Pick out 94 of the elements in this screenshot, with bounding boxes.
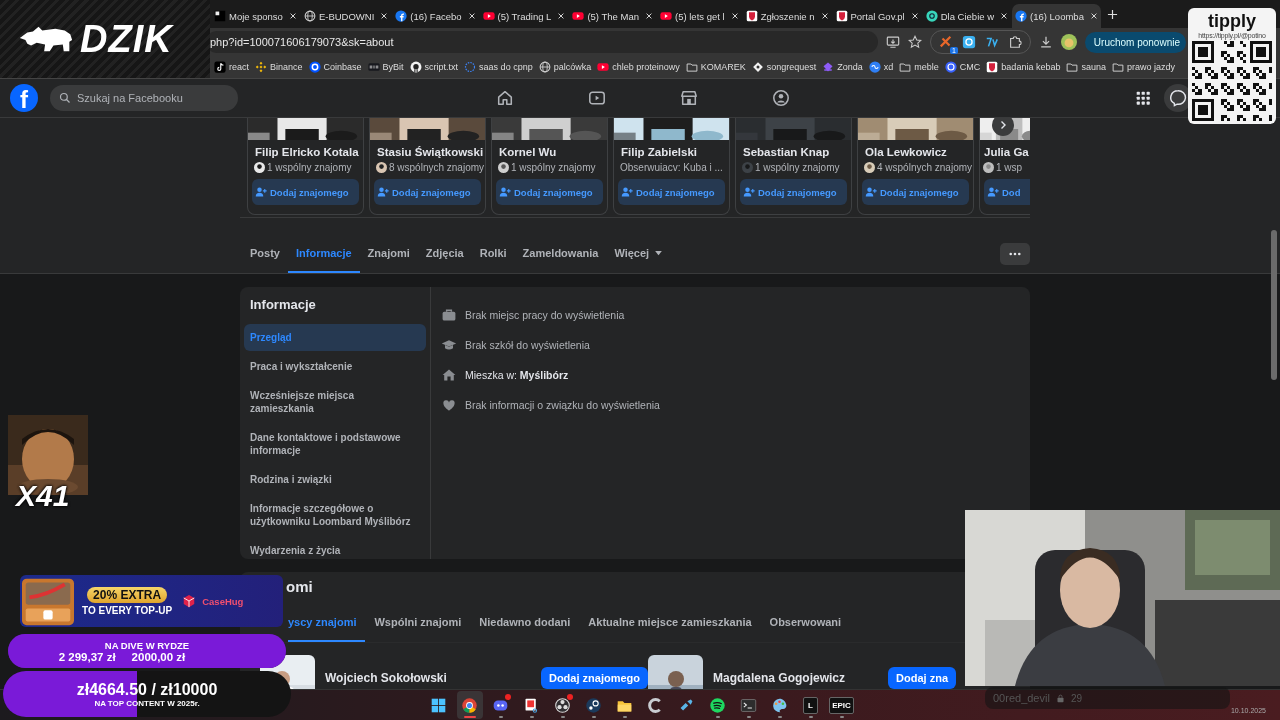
friends-tab[interactable]: Aktualne miejsce zamieszkania bbox=[579, 606, 761, 642]
overview-text: Mieszka w: Myślibórz bbox=[465, 369, 569, 381]
person-name[interactable]: Ola Lewkowicz bbox=[858, 146, 973, 158]
goal-title: NA DIVĘ W RYDZE bbox=[104, 639, 190, 651]
bookmark[interactable]: script.txt bbox=[409, 61, 459, 73]
person-name[interactable]: Stasiu Świątkowski bbox=[370, 146, 485, 158]
logo-text: DZIK bbox=[80, 17, 173, 61]
brand-name: tipply bbox=[1208, 10, 1256, 32]
about-menu-item[interactable]: Wcześniejsze miejsca zamieszkania bbox=[244, 382, 426, 422]
chat-username: 00red_devil bbox=[993, 692, 1050, 704]
add-friend-button[interactable]: Dodaj zna bbox=[888, 667, 956, 689]
add-friend-button[interactable]: Dodaj znajomego bbox=[496, 179, 603, 205]
mutual-friends-text: 1 wsp bbox=[996, 162, 1023, 173]
bookmark[interactable]: saas do cpnp bbox=[464, 61, 533, 73]
mutual-friends-text: 4 wspólnych znajomy bbox=[877, 162, 973, 173]
overview-text: Brak informacji o związku do wyświetlenia bbox=[465, 399, 660, 411]
browser-tab[interactable]: (5) Trading L bbox=[479, 4, 569, 28]
browser-tab[interactable]: Dla Ciebie w bbox=[922, 4, 1012, 28]
mutual-friends-text: Obserwuiacv: Kuba i ... bbox=[620, 162, 723, 173]
brand-name: CaseHug bbox=[202, 595, 244, 607]
profile-tab[interactable]: Informacje bbox=[287, 235, 360, 273]
restart-button[interactable]: Uruchom ponownie bbox=[1084, 31, 1186, 53]
add-friend-button[interactable]: Dodaj znajomego bbox=[618, 179, 725, 205]
browser-tab[interactable]: Moje sponso bbox=[211, 4, 300, 28]
section-title: Informacje bbox=[249, 296, 317, 314]
person-name[interactable]: Kornel Wu bbox=[492, 146, 607, 158]
app-icon: EPIC bbox=[829, 696, 854, 714]
about-menu-item[interactable]: Dane kontaktowe i podstawowe informacje bbox=[244, 424, 426, 464]
app-icon: L bbox=[803, 696, 818, 714]
browser-tab[interactable]: E-BUDOWNI bbox=[300, 4, 392, 28]
bookmark[interactable]: badania kebab bbox=[986, 61, 1061, 73]
bookmark[interactable]: palcówka bbox=[538, 61, 592, 73]
mutual-friends-text: 1 wspólny znajomy bbox=[755, 162, 840, 173]
friends-tab[interactable]: yscy znajomi bbox=[288, 606, 366, 642]
about-menu-item[interactable]: Informacje szczegółowe o użytkowniku Loombard Myślibórz bbox=[244, 495, 426, 535]
profile-tab[interactable]: Znajomi bbox=[359, 235, 418, 273]
overview-text: Brak szkół do wyświetlenia bbox=[465, 339, 590, 351]
person-name[interactable]: Julia Ga bbox=[980, 146, 1030, 158]
about-menu-item[interactable]: Praca i wykształcenie bbox=[244, 353, 426, 380]
bookmark[interactable]: ByBit bbox=[367, 61, 404, 73]
browser-tab[interactable]: Portal Gov.pl bbox=[832, 4, 922, 28]
about-menu-item[interactable]: Wydarzenia z życia bbox=[244, 537, 426, 564]
profile-tab[interactable]: Rolki bbox=[471, 235, 515, 273]
bookmark[interactable]: sauna bbox=[1066, 61, 1106, 73]
person-name[interactable]: Filip Zabielski bbox=[614, 146, 729, 158]
overview-text: Brak miejsc pracy do wyświetlenia bbox=[465, 309, 625, 321]
emote-counter: X41 bbox=[16, 479, 70, 513]
profile-tab[interactable]: Zdjęcia bbox=[417, 235, 472, 273]
bookmark[interactable]: Coinbase bbox=[308, 61, 362, 73]
url-text: php?id=100071606179073&sk=about bbox=[210, 36, 394, 48]
browser-tab[interactable]: (5) lets get l bbox=[657, 4, 742, 28]
bookmark[interactable]: songrequest bbox=[751, 61, 817, 73]
bookmark[interactable]: CMC bbox=[944, 61, 981, 73]
add-friend-button[interactable]: Dodaj znajomego bbox=[862, 179, 969, 205]
person-name[interactable]: Filip Elricko Kotala bbox=[248, 146, 363, 158]
bookmark[interactable]: xd bbox=[868, 61, 894, 73]
friends-tab[interactable]: Niedawno dodani bbox=[470, 606, 580, 642]
profile-tab[interactable]: Więcej bbox=[606, 235, 671, 273]
browser-tab[interactable]: (16) Loomba bbox=[1012, 4, 1101, 28]
profile-tab[interactable]: Posty bbox=[242, 235, 288, 273]
bookmark[interactable]: prawo jazdy bbox=[1111, 61, 1175, 73]
about-menu-item[interactable]: Rodzina i związki bbox=[244, 466, 426, 493]
bookmark[interactable]: chleb proteinowy bbox=[597, 61, 680, 73]
search-field[interactable]: Szukaj na Facebooku bbox=[50, 85, 238, 111]
add-friend-button[interactable]: Dodaj znajomego bbox=[740, 179, 847, 205]
section-title: omi bbox=[286, 578, 314, 597]
bookmark[interactable]: KOMAREK bbox=[685, 61, 746, 73]
browser-tab[interactable]: (5) The Man bbox=[569, 4, 656, 28]
target-amount: 2000,00 zł bbox=[131, 650, 186, 663]
promo-headline: 20% EXTRA bbox=[87, 586, 168, 603]
browser-tab[interactable]: Zgłoszenie n bbox=[742, 4, 832, 28]
browser-tab[interactable]: (16) Facebo bbox=[392, 4, 479, 28]
add-friend-button[interactable]: Dod bbox=[984, 179, 1030, 205]
friends-tab[interactable]: Obserwowani bbox=[760, 606, 851, 642]
bookmark[interactable]: Zonda bbox=[822, 61, 863, 73]
add-friend-button[interactable]: Dodaj znajomego bbox=[374, 179, 481, 205]
mutual-friends-text: 1 wspólny znajomy bbox=[511, 162, 596, 173]
bookmark[interactable]: Binance bbox=[255, 61, 303, 73]
bookmark[interactable]: react bbox=[214, 61, 249, 73]
friends-tab[interactable]: Wspólni znajomi bbox=[365, 606, 471, 642]
mutual-friends-text: 1 wspólny znajomy bbox=[267, 162, 352, 173]
person-name[interactable]: Wojciech Sokołowski bbox=[325, 671, 531, 685]
person-name[interactable]: Sebastian Knap bbox=[736, 146, 851, 158]
raised-amount: 2 299,37 zł bbox=[58, 650, 116, 663]
logo[interactable]: f bbox=[10, 84, 38, 112]
person-name[interactable]: Magdalena Gogojewicz bbox=[713, 671, 879, 685]
add-friend-button[interactable]: Dodaj znajomego bbox=[252, 179, 359, 205]
promo-text: TO EVERY TOP-UP bbox=[82, 604, 173, 616]
bookmark[interactable]: meble bbox=[899, 61, 939, 73]
taskbar-button[interactable]: L bbox=[797, 691, 824, 719]
mutual-friends-text: 8 wspólnych znajomy bbox=[389, 162, 485, 173]
taskbar-button[interactable]: EPIC bbox=[828, 691, 855, 719]
profile-tab[interactable]: Zameldowania bbox=[514, 235, 607, 273]
add-friend-button[interactable]: Dodaj znajomego bbox=[540, 667, 648, 689]
